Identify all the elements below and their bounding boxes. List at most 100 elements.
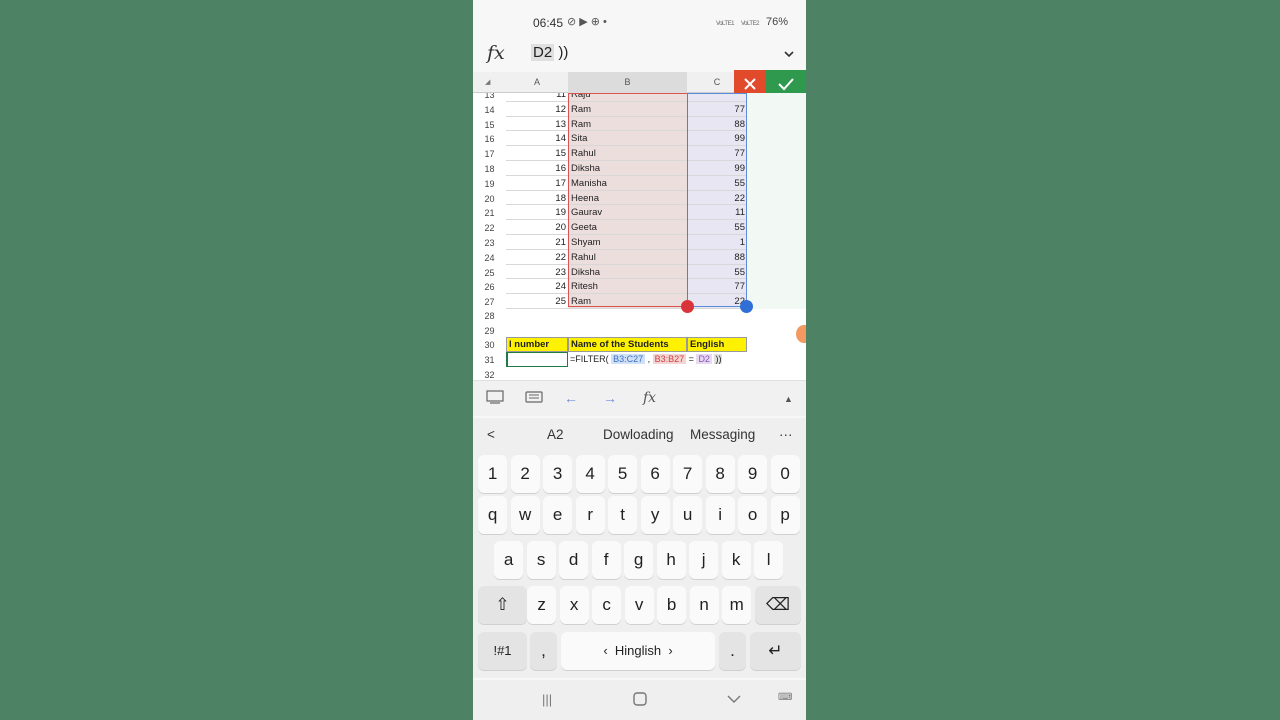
suggestion-1[interactable]: A2	[547, 427, 564, 442]
active-cell-a31[interactable]	[506, 352, 568, 367]
key-o[interactable]: o	[738, 496, 768, 534]
key-9[interactable]: 9	[738, 455, 768, 493]
header-student-name[interactable]: Name of the Students	[568, 337, 687, 352]
cell-student-name[interactable]: Diksha	[568, 161, 687, 176]
recent-apps-icon[interactable]: |||	[542, 692, 552, 707]
key-5[interactable]: 5	[608, 455, 638, 493]
cell-roll-number[interactable]: 17	[506, 176, 568, 191]
cell-english-marks[interactable]: 99	[687, 131, 747, 147]
cell-d[interactable]	[747, 279, 806, 295]
key-8[interactable]: 8	[705, 455, 735, 493]
cell-student-name[interactable]: Ram	[568, 116, 687, 132]
key-g[interactable]: g	[624, 541, 654, 579]
cell-student-name[interactable]: Geeta	[568, 220, 687, 235]
cell-d[interactable]	[747, 235, 806, 250]
cell-english-marks[interactable]: 55	[687, 220, 747, 235]
key-s[interactable]: s	[526, 541, 556, 579]
cell-student-name[interactable]: Ram	[568, 294, 687, 309]
key-q[interactable]: q	[478, 496, 508, 534]
key-h[interactable]: h	[656, 541, 686, 579]
column-header-a[interactable]: A	[506, 72, 568, 93]
chevron-down-icon[interactable]	[784, 46, 794, 61]
fx-icon[interactable]: fx	[487, 42, 505, 64]
key-l[interactable]: l	[754, 541, 784, 579]
cell-d[interactable]	[747, 294, 806, 309]
cell-student-name[interactable]: Diksha	[568, 264, 687, 280]
screen-icon[interactable]	[486, 390, 504, 407]
space-key[interactable]: ‹ Hinglish ›	[561, 632, 715, 670]
key-4[interactable]: 4	[575, 455, 605, 493]
keyboard-icon[interactable]	[525, 390, 543, 407]
more-options-icon[interactable]: ···	[779, 427, 793, 442]
cell-d[interactable]	[747, 264, 806, 280]
key-e[interactable]: e	[543, 496, 573, 534]
suggestion-3[interactable]: Messaging	[690, 427, 755, 442]
cell-english-marks[interactable]: 22	[687, 294, 747, 309]
cell-roll-number[interactable]: 23	[506, 265, 568, 280]
cell-d[interactable]	[747, 190, 806, 206]
key-p[interactable]: p	[770, 496, 800, 534]
formula-edit-cell[interactable]: =FILTER( B3:C27 , B3:B27 = D2 ))	[568, 352, 806, 367]
cell-student-name[interactable]: Heena	[568, 190, 687, 206]
cell-student-name[interactable]: Raju	[568, 93, 687, 102]
cell-roll-number[interactable]: 12	[506, 102, 568, 117]
cell-english-marks[interactable]: 77	[687, 146, 747, 161]
key-x[interactable]: x	[559, 586, 589, 624]
cell-roll-number[interactable]: 15	[506, 146, 568, 161]
collapse-arrow-icon[interactable]: ▲	[784, 394, 793, 404]
key-2[interactable]: 2	[510, 455, 540, 493]
cell-student-name[interactable]: Manisha	[568, 175, 687, 191]
key-n[interactable]: n	[689, 586, 719, 624]
key-v[interactable]: v	[624, 586, 654, 624]
cell-d[interactable]	[747, 146, 806, 161]
enter-key[interactable]: ↵	[750, 632, 801, 670]
key-f[interactable]: f	[591, 541, 621, 579]
cell-english-marks[interactable]: 77	[687, 279, 747, 295]
key-d[interactable]: d	[559, 541, 589, 579]
cell-roll-number[interactable]: 13	[506, 117, 568, 132]
cell-student-name[interactable]: Sita	[568, 131, 687, 147]
cell-roll-number[interactable]: 18	[506, 191, 568, 206]
cell-roll-number[interactable]: 11	[506, 93, 568, 102]
key-z[interactable]: z	[527, 586, 557, 624]
key-t[interactable]: t	[608, 496, 638, 534]
back-down-icon[interactable]	[727, 692, 741, 707]
backspace-key[interactable]: ⌫	[755, 586, 801, 624]
comma-key[interactable]: ,	[530, 632, 557, 670]
key-y[interactable]: y	[640, 496, 670, 534]
cell-student-name[interactable]: Rahul	[568, 249, 687, 265]
cell-english-marks[interactable]: 55	[687, 175, 747, 191]
formula-text[interactable]: D2 ))	[531, 44, 568, 61]
header-english[interactable]: English	[687, 337, 747, 352]
cell-roll-number[interactable]: 21	[506, 235, 568, 250]
cell-english-marks[interactable]: 88	[687, 116, 747, 132]
cell-d[interactable]	[747, 116, 806, 132]
key-k[interactable]: k	[721, 541, 751, 579]
cell-roll-number[interactable]: 16	[506, 161, 568, 176]
cell-roll-number[interactable]: 24	[506, 279, 568, 295]
key-0[interactable]: 0	[770, 455, 800, 493]
cell-d[interactable]	[747, 249, 806, 265]
cell-d[interactable]	[747, 93, 806, 102]
key-3[interactable]: 3	[543, 455, 573, 493]
home-icon[interactable]	[633, 692, 647, 709]
keyboard-switch-icon[interactable]: ⌨	[778, 692, 792, 703]
key-r[interactable]: r	[575, 496, 605, 534]
cell-english-marks[interactable]: 11	[687, 205, 747, 221]
key-7[interactable]: 7	[673, 455, 703, 493]
cell-roll-number[interactable]: 22	[506, 250, 568, 265]
key-1[interactable]: 1	[478, 455, 508, 493]
suggestion-2[interactable]: Dowloading	[603, 427, 674, 442]
cell-roll-number[interactable]: 25	[506, 294, 568, 309]
cell-english-marks[interactable]: 1	[687, 235, 747, 250]
cell-student-name[interactable]: Ram	[568, 101, 687, 117]
select-all-corner[interactable]: ◢	[485, 78, 490, 86]
header-roll-number[interactable]: l number	[506, 337, 568, 352]
cell-roll-number[interactable]: 20	[506, 220, 568, 235]
cell-student-name[interactable]: Rahul	[568, 146, 687, 161]
key-j[interactable]: j	[689, 541, 719, 579]
key-b[interactable]: b	[657, 586, 687, 624]
cell-english-marks[interactable]: 88	[687, 249, 747, 265]
cell-english-marks[interactable]: 99	[687, 161, 747, 176]
formula-bar[interactable]: fx D2 ))	[473, 38, 806, 72]
